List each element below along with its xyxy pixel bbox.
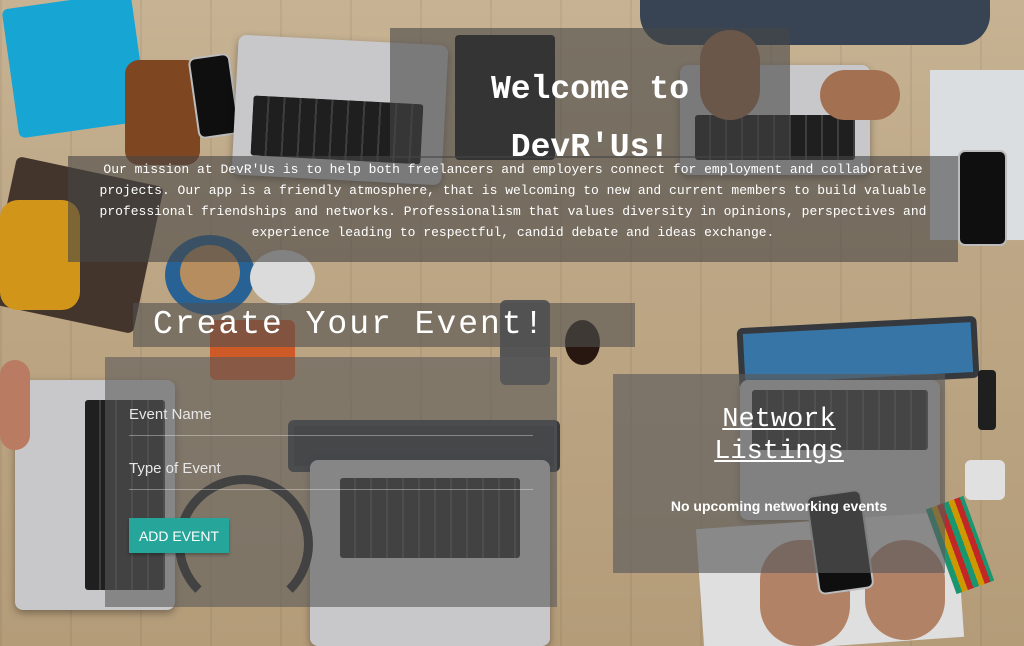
event-name-field-wrapper: [129, 404, 533, 436]
create-event-heading-panel: Create Your Event!: [133, 303, 635, 347]
event-name-input[interactable]: [129, 406, 533, 436]
no-events-message: No upcoming networking events: [670, 498, 888, 514]
page-title-line-1: Welcome to: [490, 71, 690, 108]
event-type-input[interactable]: [129, 460, 533, 490]
event-type-field-wrapper: [129, 458, 533, 490]
network-listings-heading-line-1: Network: [722, 405, 836, 435]
network-listings-heading[interactable]: Network Listings: [613, 404, 945, 468]
mission-statement-panel: Our mission at DevR'Us is to help both f…: [68, 156, 958, 262]
mission-statement-text: Our mission at DevR'Us is to help both f…: [99, 162, 927, 240]
network-listings-heading-line-2: Listings: [714, 437, 844, 467]
welcome-banner: Welcome to DevR'Us!: [390, 28, 790, 166]
create-event-heading: Create Your Event!: [153, 306, 546, 343]
create-event-form: ADD EVENT: [105, 357, 557, 607]
network-listings-panel: Network Listings No upcoming networking …: [613, 374, 945, 573]
add-event-button[interactable]: ADD EVENT: [129, 518, 229, 553]
